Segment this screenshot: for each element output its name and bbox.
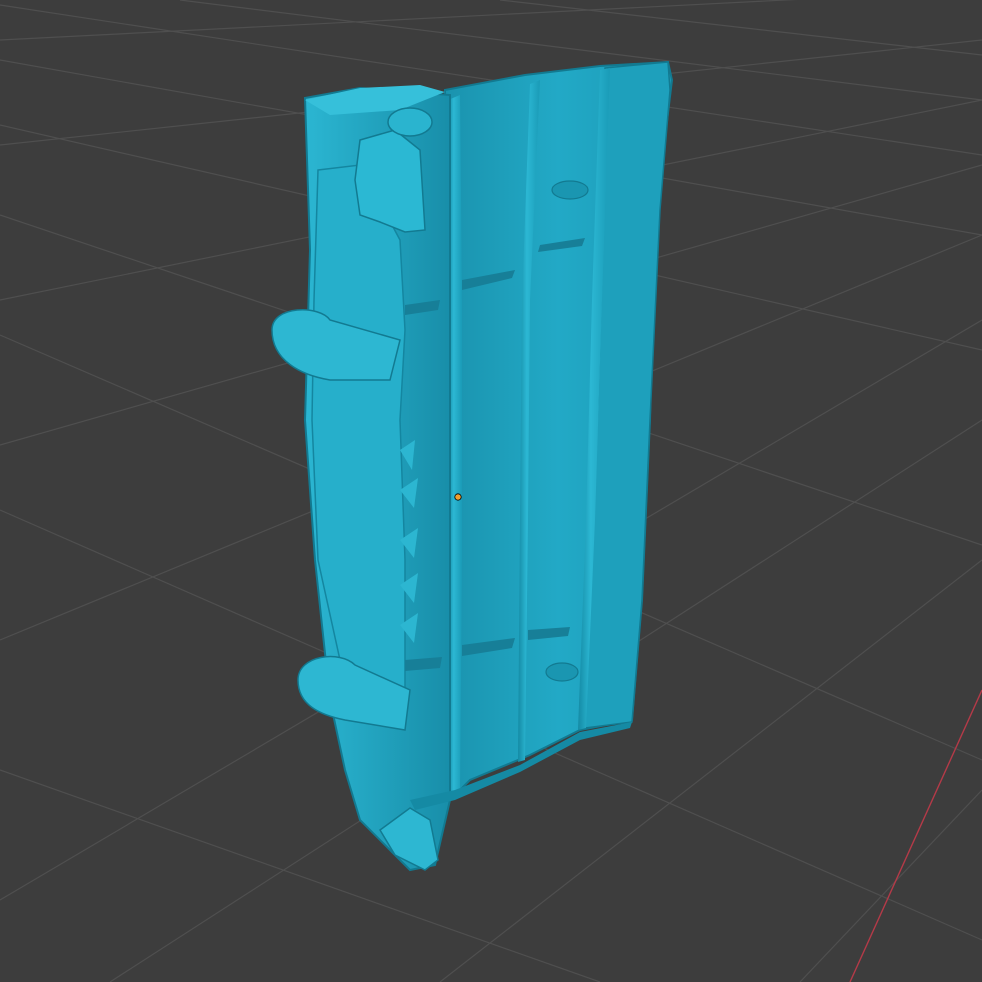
origin-point-icon <box>454 493 462 501</box>
3d-viewport[interactable] <box>0 0 982 982</box>
mesh-object[interactable] <box>271 60 674 872</box>
viewport-canvas[interactable] <box>0 0 982 982</box>
x-axis-line <box>849 689 982 982</box>
